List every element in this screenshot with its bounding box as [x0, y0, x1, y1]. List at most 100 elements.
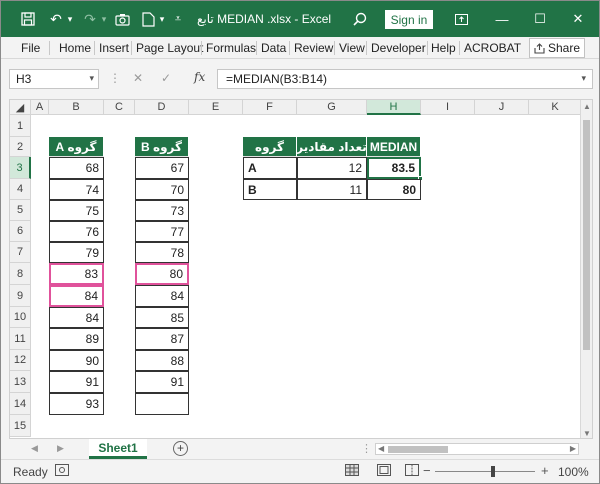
expand-formula-icon[interactable]: ▾: [581, 73, 586, 84]
column-header-e[interactable]: E: [189, 100, 243, 115]
table-cell[interactable]: 93: [49, 393, 104, 415]
table-cell[interactable]: 91: [49, 371, 104, 393]
chevron-down-icon[interactable]: ▾: [89, 73, 94, 84]
summary-group-cell[interactable]: A: [243, 157, 297, 179]
row-header-3[interactable]: 3: [10, 157, 31, 179]
table-cell[interactable]: 78: [135, 242, 189, 263]
table-cell[interactable]: 90: [49, 350, 104, 371]
zoom-out-icon[interactable]: −: [423, 463, 431, 478]
save-icon[interactable]: [19, 10, 37, 28]
tab-file[interactable]: File: [21, 41, 40, 55]
table-cell[interactable]: 91: [135, 371, 189, 393]
tab-insert[interactable]: Insert: [99, 41, 129, 55]
column-header-d[interactable]: D: [135, 100, 189, 115]
row-header-12[interactable]: 12: [10, 350, 31, 371]
column-header-i[interactable]: I: [421, 100, 475, 115]
zoom-in-icon[interactable]: +: [541, 463, 549, 478]
summary-header-count[interactable]: تعداد مقادیر: [297, 137, 367, 157]
table-cell[interactable]: 74: [49, 179, 104, 200]
zoom-level[interactable]: 100%: [558, 465, 589, 479]
table-cell[interactable]: 85: [135, 307, 189, 328]
group-b-header[interactable]: گروه B: [135, 137, 189, 157]
column-header-g[interactable]: G: [297, 100, 367, 115]
tab-scroll-left-icon[interactable]: ◀: [31, 443, 38, 454]
summary-count-cell[interactable]: 12: [297, 157, 367, 179]
table-cell[interactable]: 84: [135, 285, 189, 307]
selected-cell-h3[interactable]: 83.5: [367, 157, 421, 179]
table-cell[interactable]: [135, 393, 189, 415]
spreadsheet-grid[interactable]: ◢ A B C D E F G H I J K 1 2 3 4 5 6 7 8 …: [9, 99, 593, 439]
page-layout-view-icon[interactable]: [377, 464, 391, 479]
formula-input[interactable]: =MEDIAN(B3:B14) ▾: [217, 69, 593, 89]
page-break-preview-icon[interactable]: [405, 464, 419, 479]
normal-view-icon[interactable]: [345, 464, 359, 479]
scroll-down-icon[interactable]: ▼: [583, 429, 591, 438]
tab-scroll-right-icon[interactable]: ▶: [57, 443, 64, 454]
row-header-8[interactable]: 8: [10, 263, 31, 285]
table-cell[interactable]: 75: [49, 200, 104, 221]
tab-home[interactable]: Home: [59, 41, 91, 55]
table-cell[interactable]: 89: [49, 328, 104, 350]
tab-split-handle-icon[interactable]: ⋮: [361, 442, 372, 455]
tab-formulas[interactable]: Formulas: [206, 41, 256, 55]
row-header-15[interactable]: 15: [10, 415, 31, 437]
column-header-b[interactable]: B: [49, 100, 104, 115]
minimize-icon[interactable]: —: [493, 10, 511, 28]
summary-header-group[interactable]: گروه: [243, 137, 297, 157]
table-cell[interactable]: 70: [135, 179, 189, 200]
search-icon[interactable]: [351, 10, 369, 28]
column-header-h[interactable]: H: [367, 100, 421, 115]
close-icon[interactable]: ✕: [569, 10, 587, 28]
horizontal-scroll-thumb[interactable]: [388, 446, 448, 453]
row-header-13[interactable]: 13: [10, 371, 31, 393]
tab-review[interactable]: Review: [294, 41, 333, 55]
select-all-corner[interactable]: ◢: [10, 100, 31, 115]
summary-header-median[interactable]: MEDIAN: [367, 137, 421, 157]
horizontal-scrollbar[interactable]: ◀ ▶: [375, 443, 579, 455]
zoom-slider[interactable]: [435, 471, 535, 472]
redo-dropdown-icon[interactable]: ▾: [95, 10, 113, 28]
sign-in-button[interactable]: Sign in: [385, 10, 433, 29]
insert-function-icon[interactable]: fx: [194, 70, 205, 84]
column-header-a[interactable]: A: [31, 100, 49, 115]
table-cell[interactable]: 68: [49, 157, 104, 179]
share-button[interactable]: Share: [529, 38, 585, 58]
zoom-slider-knob[interactable]: [491, 466, 495, 477]
row-header-14[interactable]: 14: [10, 393, 31, 415]
enter-icon[interactable]: ✓: [161, 71, 171, 85]
sheet-tab-sheet1[interactable]: Sheet1: [89, 439, 147, 459]
tab-page-layout[interactable]: Page Layout: [136, 41, 203, 55]
row-header-5[interactable]: 5: [10, 200, 31, 221]
tab-data[interactable]: Data: [261, 41, 286, 55]
row-header-2[interactable]: 2: [10, 137, 31, 157]
group-a-header[interactable]: گروه A: [49, 137, 104, 157]
vertical-scroll-thumb[interactable]: [583, 120, 590, 350]
vertical-scrollbar[interactable]: ▲ ▼: [580, 100, 592, 438]
table-cell[interactable]: 73: [135, 200, 189, 221]
table-cell[interactable]: 77: [135, 221, 189, 242]
table-cell[interactable]: 87: [135, 328, 189, 350]
cancel-icon[interactable]: ✕: [133, 71, 143, 85]
name-box[interactable]: H3 ▾: [9, 69, 99, 89]
row-header-4[interactable]: 4: [10, 179, 31, 200]
tab-help[interactable]: Help: [431, 41, 456, 55]
camera-icon[interactable]: [113, 10, 131, 28]
scroll-right-icon[interactable]: ▶: [570, 444, 576, 453]
table-cell[interactable]: 67: [135, 157, 189, 179]
maximize-icon[interactable]: ☐: [531, 10, 549, 28]
row-header-11[interactable]: 11: [10, 328, 31, 350]
row-header-6[interactable]: 6: [10, 221, 31, 242]
column-header-c[interactable]: C: [104, 100, 135, 115]
customize-toolbar-icon[interactable]: ⩡: [169, 10, 187, 28]
highlighted-median-cell[interactable]: 80: [135, 263, 189, 285]
tab-acrobat[interactable]: ACROBAT: [464, 41, 521, 55]
ribbon-display-options-icon[interactable]: [452, 10, 470, 28]
summary-median-cell[interactable]: 80: [367, 179, 421, 200]
column-header-j[interactable]: J: [475, 100, 529, 115]
row-header-9[interactable]: 9: [10, 285, 31, 307]
scroll-up-icon[interactable]: ▲: [583, 102, 591, 111]
row-header-7[interactable]: 7: [10, 242, 31, 263]
row-header-10[interactable]: 10: [10, 307, 31, 328]
column-header-f[interactable]: F: [243, 100, 297, 115]
summary-count-cell[interactable]: 11: [297, 179, 367, 200]
